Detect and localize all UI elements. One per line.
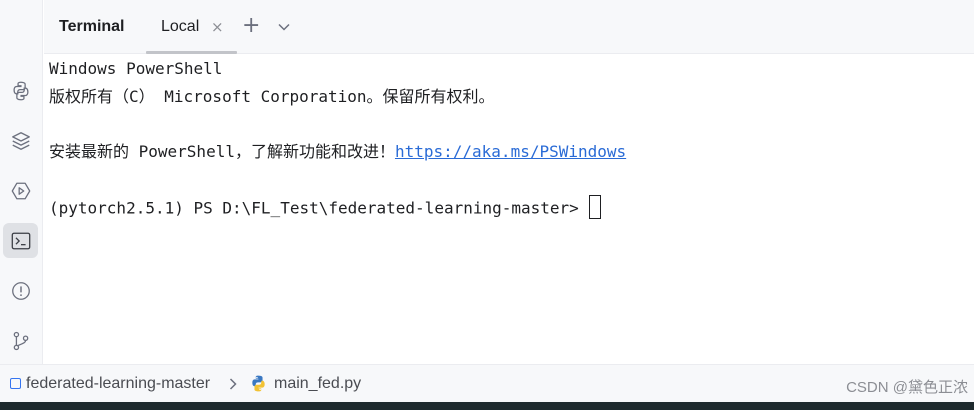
terminal-cursor[interactable] [588, 195, 601, 219]
breadcrumb-project[interactable]: federated-learning-master [26, 375, 210, 393]
problems-button[interactable] [3, 273, 38, 308]
terminal-icon [11, 232, 30, 249]
layers-button[interactable] [3, 123, 38, 158]
terminal-button[interactable] [3, 223, 38, 258]
tool-window-strip [0, 0, 43, 364]
terminal-line: Windows PowerShell [49, 59, 223, 78]
window-bottom-edge [0, 402, 974, 410]
watermark: CSDN @黛色正浓 [846, 379, 968, 396]
services-button[interactable] [3, 173, 38, 208]
terminal-output[interactable]: Windows PowerShell 版权所有（C） Microsoft Cor… [44, 54, 974, 364]
terminal-line: 安装最新的 PowerShell，了解新功能和改进！https://aka.ms… [49, 142, 626, 162]
tab-local[interactable]: Local × [146, 0, 237, 54]
git-icon [13, 331, 28, 350]
powershell-link[interactable]: https://aka.ms/PSWindows [395, 142, 626, 161]
services-icon [11, 182, 30, 199]
tool-window-title: Terminal [59, 18, 125, 35]
navigation-bar: federated-learning-master main_fed.py CS… [0, 364, 974, 402]
terminal-prompt: (pytorch2.5.1) PS D:\FL_Test\federated-l… [49, 198, 579, 218]
chevron-down-icon[interactable] [276, 19, 292, 35]
python-file-icon [252, 375, 265, 392]
breadcrumb-file[interactable]: main_fed.py [274, 375, 361, 393]
terminal-tab-bar: Terminal Local × + [44, 0, 974, 54]
terminal-prompt-line: (pytorch2.5.1) PS D:\FL_Test\federated-l… [49, 195, 601, 221]
chevron-right-icon [229, 378, 237, 390]
problems-icon [11, 281, 30, 300]
terminal-text: 安装最新的 PowerShell，了解新功能和改进！ [49, 142, 395, 161]
python-console-button[interactable] [3, 73, 38, 108]
python-console-icon [12, 81, 29, 100]
git-button[interactable] [3, 323, 38, 358]
layers-icon [11, 131, 30, 150]
close-icon[interactable]: × [211, 18, 224, 36]
ide-window: Terminal Local × + Windows PowerShell 版权… [0, 0, 974, 410]
tab-label: Local [161, 18, 200, 35]
project-module-icon [10, 378, 21, 389]
add-tab-button[interactable]: + [242, 15, 260, 37]
terminal-line: 版权所有（C） Microsoft Corporation。保留所有权利。 [49, 87, 495, 106]
